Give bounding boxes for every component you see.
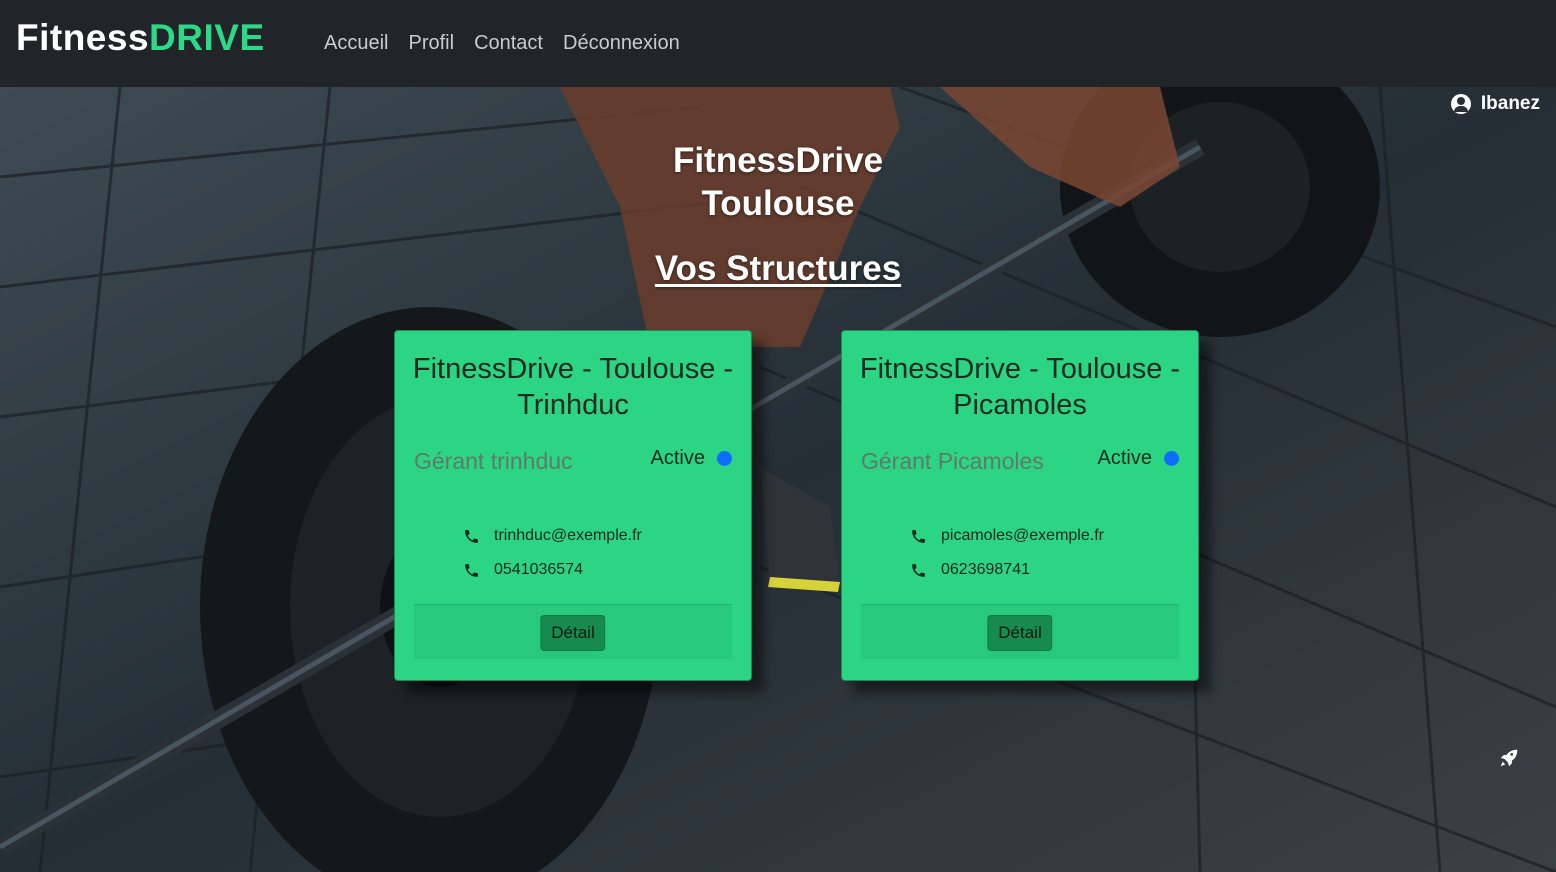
nav-links: Accueil Profil Contact Déconnexion	[324, 30, 680, 56]
structure-email-text: trinhduc@exemple.fr	[494, 527, 642, 544]
brand-logo[interactable]: FitnessDRIVE	[16, 18, 265, 58]
structure-phone: 0623698741	[910, 560, 1030, 580]
city-title-line1: FitnessDrive	[672, 141, 884, 180]
structure-card: FitnessDrive - Toulouse - Picamoles Géra…	[841, 330, 1199, 681]
card-footer: Détail	[414, 604, 732, 659]
structure-phone-text: 0623698741	[941, 561, 1030, 578]
status-dot-icon	[717, 450, 732, 466]
phone-icon	[465, 563, 478, 577]
structure-title: FitnessDrive - Toulouse - Picamoles	[859, 353, 1181, 421]
user-circle-icon	[1450, 94, 1471, 114]
nav-link-contact[interactable]: Contact	[474, 30, 543, 56]
rocket-icon-glyph	[1500, 749, 1518, 767]
city-title: FitnessDrive Toulouse	[0, 139, 1556, 225]
user-menu[interactable]: Ibanez	[1450, 93, 1540, 115]
card-footer: Détail	[861, 604, 1179, 659]
status-dot-icon	[1164, 450, 1179, 466]
structure-manager: Gérant trinhduc	[414, 448, 573, 474]
structure-email-text: picamoles@exemple.fr	[941, 527, 1104, 544]
structure-phone-text: 0541036574	[494, 561, 583, 578]
city-title-line2: Toulouse	[701, 184, 855, 223]
phone-icon	[465, 529, 478, 543]
structure-status: Active	[1098, 445, 1179, 471]
phone-icon	[912, 529, 925, 543]
structure-phone: 0541036574	[463, 560, 583, 580]
nav-link-accueil[interactable]: Accueil	[324, 30, 388, 56]
structure-email: trinhduc@exemple.fr	[463, 526, 642, 546]
nav-link-deconnexion[interactable]: Déconnexion	[563, 30, 680, 56]
structure-email: picamoles@exemple.fr	[910, 526, 1104, 546]
detail-button[interactable]: Détail	[540, 615, 606, 651]
structure-card: FitnessDrive - Toulouse - Trinhduc Géran…	[394, 330, 752, 681]
structure-title: FitnessDrive - Toulouse - Trinhduc	[412, 353, 734, 421]
nav-link-profil[interactable]: Profil	[408, 30, 454, 56]
rocket-icon[interactable]	[1498, 747, 1520, 774]
status-label: Active	[1097, 447, 1152, 469]
phone-icon	[912, 563, 925, 577]
brand-accent: DRIVE	[149, 17, 265, 58]
navbar: FitnessDRIVE Accueil Profil Contact Déco…	[0, 0, 1556, 87]
hero-background: Ibanez FitnessDrive Toulouse Vos Structu…	[0, 87, 1556, 872]
status-label: Active	[650, 447, 705, 469]
user-name: Ibanez	[1480, 93, 1540, 114]
section-title: Vos Structures	[654, 249, 902, 288]
structure-status: Active	[651, 445, 732, 471]
brand-main: Fitness	[16, 17, 150, 58]
structure-manager: Gérant Picamoles	[861, 448, 1044, 474]
detail-button[interactable]: Détail	[987, 615, 1053, 651]
